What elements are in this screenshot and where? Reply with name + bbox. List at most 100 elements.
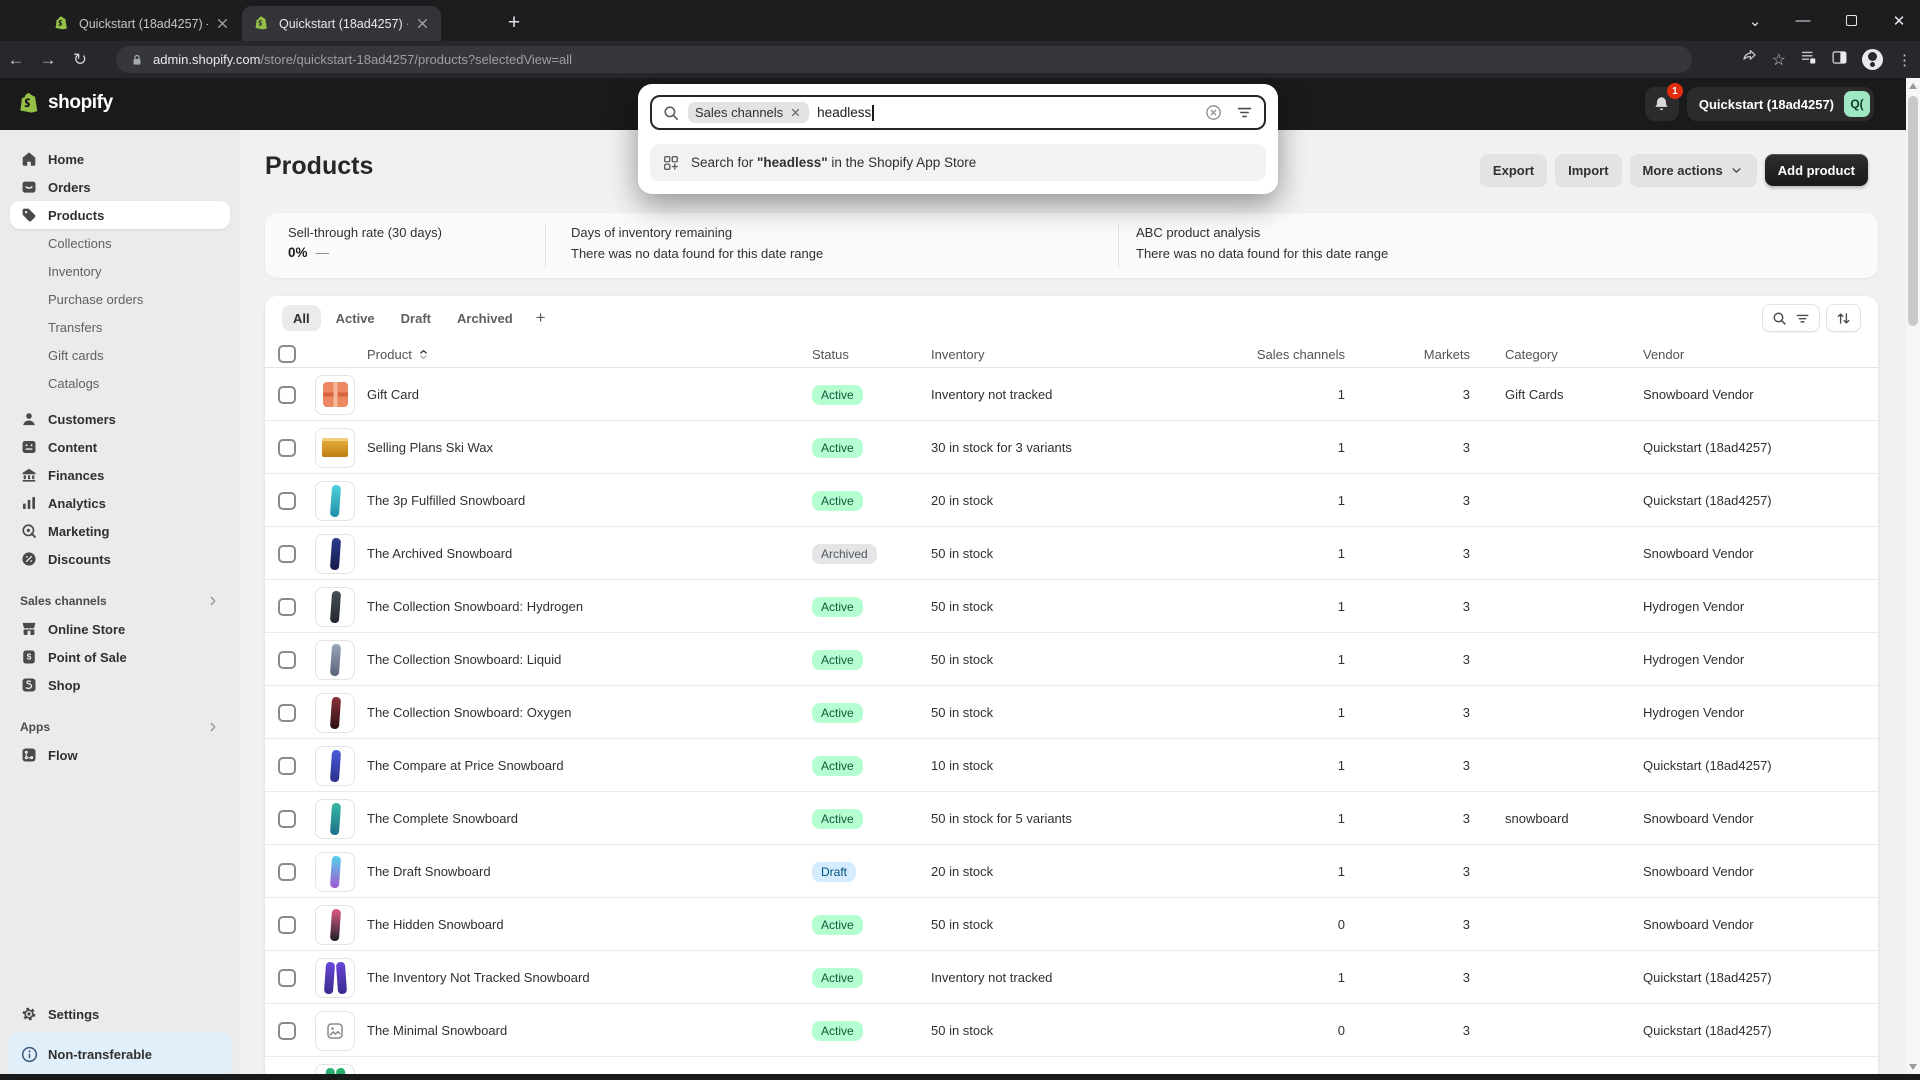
sidebar-section-sales-channels[interactable]: Sales channels	[10, 587, 230, 615]
sidebar-item-content[interactable]: Content	[10, 433, 230, 461]
row-checkbox[interactable]	[278, 1022, 296, 1040]
chevron-down-icon[interactable]: ⌄	[1744, 10, 1766, 32]
table-row[interactable]: The Minimal SnowboardActive50 in stock03…	[265, 1004, 1878, 1057]
close-icon[interactable]: ✕	[1888, 10, 1910, 32]
sidebar-item-point-of-sale[interactable]: $Point of Sale	[10, 643, 230, 671]
back-icon[interactable]: ←	[0, 50, 32, 70]
search-and-filter-button[interactable]	[1762, 304, 1820, 332]
product-name[interactable]: The Collection Snowboard: Hydrogen	[367, 580, 583, 633]
sidebar-item-collections[interactable]: Collections	[10, 229, 230, 257]
table-row[interactable]: The Complete SnowboardActive50 in stock …	[265, 792, 1878, 845]
notifications-button[interactable]: 1	[1645, 87, 1679, 121]
sidebar-item-products[interactable]: Products	[10, 201, 230, 229]
search-suggestion[interactable]: Search for "headless" in the Shopify App…	[650, 144, 1266, 181]
view-tab-archived[interactable]: Archived	[446, 305, 524, 331]
table-row[interactable]: The Draft SnowboardDraft20 in stock13Sno…	[265, 845, 1878, 898]
sidebar-item-customers[interactable]: Customers	[10, 405, 230, 433]
sidebar-item-inventory[interactable]: Inventory	[10, 257, 230, 285]
sidebar-item-home[interactable]: Home	[10, 145, 230, 173]
browser-tab[interactable]: Quickstart (18ad4257) - Shopify	[42, 6, 241, 41]
search-input[interactable]: Sales channels headless	[650, 95, 1266, 130]
add-view-button[interactable]: +	[528, 305, 554, 331]
product-name[interactable]: The Complete Snowboard	[367, 792, 518, 845]
export-button[interactable]: Export	[1480, 154, 1547, 186]
table-row[interactable]: The Inventory Not Tracked SnowboardActiv…	[265, 951, 1878, 1004]
column-header-product[interactable]: Product	[367, 340, 431, 368]
row-checkbox[interactable]	[278, 386, 296, 404]
scroll-down-arrow[interactable]	[1909, 1064, 1917, 1070]
row-checkbox[interactable]	[278, 863, 296, 881]
scrollbar[interactable]	[1906, 78, 1920, 1080]
table-row[interactable]: Selling Plans Ski WaxActive30 in stock f…	[265, 421, 1878, 474]
url-bar[interactable]: admin.shopify.com/store/quickstart-18ad4…	[116, 46, 1692, 73]
product-name[interactable]: The 3p Fulfilled Snowboard	[367, 474, 525, 527]
shopify-logo[interactable]: shopify	[18, 91, 113, 115]
new-tab-button[interactable]: +	[500, 10, 528, 38]
minimize-icon[interactable]: —	[1792, 10, 1814, 32]
sidebar-item-marketing[interactable]: Marketing	[10, 517, 230, 545]
scroll-thumb[interactable]	[1908, 96, 1918, 326]
sidebar-item-shop[interactable]: Shop	[10, 671, 230, 699]
more-actions-button[interactable]: More actions	[1630, 154, 1757, 186]
sidebar-item-gift-cards[interactable]: Gift cards	[10, 341, 230, 369]
product-name[interactable]: The Draft Snowboard	[367, 845, 491, 898]
non-transferable-badge[interactable]: Non-transferable	[8, 1032, 232, 1076]
table-row[interactable]: The Archived SnowboardArchived50 in stoc…	[265, 527, 1878, 580]
product-name[interactable]: Selling Plans Ski Wax	[367, 421, 493, 474]
sidebar-item-finances[interactable]: Finances	[10, 461, 230, 489]
table-row[interactable]: The Collection Snowboard: HydrogenActive…	[265, 580, 1878, 633]
sidebar-item-transfers[interactable]: Transfers	[10, 313, 230, 341]
sidebar-item-discounts[interactable]: Discounts	[10, 545, 230, 573]
tab-close-icon[interactable]	[214, 15, 231, 32]
sidebar-item-analytics[interactable]: Analytics	[10, 489, 230, 517]
product-name[interactable]: The Inventory Not Tracked Snowboard	[367, 951, 590, 1004]
table-row[interactable]: The Hidden SnowboardActive50 in stock03S…	[265, 898, 1878, 951]
sidebar-section-apps[interactable]: Apps	[10, 713, 230, 741]
table-row[interactable]: The Compare at Price SnowboardActive10 i…	[265, 739, 1878, 792]
row-checkbox[interactable]	[278, 545, 296, 563]
sidebar-item-purchase-orders[interactable]: Purchase orders	[10, 285, 230, 313]
store-menu[interactable]: Quickstart (18ad4257) Q(	[1687, 87, 1874, 121]
view-tab-active[interactable]: Active	[325, 305, 386, 331]
sort-button[interactable]	[1826, 304, 1861, 332]
table-row[interactable]: The Collection Snowboard: OxygenActive50…	[265, 686, 1878, 739]
browser-tab[interactable]: Quickstart (18ad4257) · Products	[242, 6, 441, 41]
sidebar-item-online-store[interactable]: Online Store	[10, 615, 230, 643]
product-name[interactable]: The Collection Snowboard: Liquid	[367, 633, 561, 686]
view-tab-all[interactable]: All	[282, 305, 321, 331]
row-checkbox[interactable]	[278, 598, 296, 616]
sidebar-item-settings[interactable]: Settings	[10, 1000, 230, 1028]
browser-profile-avatar[interactable]	[1862, 49, 1883, 70]
product-name[interactable]: The Hidden Snowboard	[367, 898, 504, 951]
row-checkbox[interactable]	[278, 704, 296, 722]
row-checkbox[interactable]	[278, 969, 296, 987]
clear-search-icon[interactable]	[1204, 103, 1223, 122]
table-row[interactable]: Gift CardActiveInventory not tracked13Gi…	[265, 368, 1878, 421]
sidebar-item-orders[interactable]: Orders	[10, 173, 230, 201]
row-checkbox[interactable]	[278, 492, 296, 510]
select-all-checkbox[interactable]	[278, 345, 296, 363]
row-checkbox[interactable]	[278, 757, 296, 775]
product-name[interactable]: The Minimal Snowboard	[367, 1004, 507, 1057]
search-filter-pill[interactable]: Sales channels	[688, 102, 809, 123]
reading-list-icon[interactable]	[1800, 49, 1817, 70]
restore-icon[interactable]	[1840, 10, 1862, 32]
forward-icon[interactable]: →	[32, 50, 64, 70]
row-checkbox[interactable]	[278, 916, 296, 934]
share-icon[interactable]	[1741, 49, 1758, 70]
view-tab-draft[interactable]: Draft	[390, 305, 442, 331]
reload-icon[interactable]: ↻	[64, 50, 96, 70]
product-name[interactable]: The Archived Snowboard	[367, 527, 512, 580]
row-checkbox[interactable]	[278, 810, 296, 828]
table-row[interactable]: The 3p Fulfilled SnowboardActive20 in st…	[265, 474, 1878, 527]
product-name[interactable]: Gift Card	[367, 368, 419, 421]
product-name[interactable]: The Compare at Price Snowboard	[367, 739, 564, 792]
scroll-up-arrow[interactable]	[1909, 83, 1917, 89]
tab-close-icon[interactable]	[414, 15, 431, 32]
product-name[interactable]: The Collection Snowboard: Oxygen	[367, 686, 572, 739]
sidebar-item-flow[interactable]: Flow	[10, 741, 230, 769]
import-button[interactable]: Import	[1555, 154, 1621, 186]
bookmark-star-icon[interactable]: ☆	[1772, 50, 1786, 70]
search-filter-icon[interactable]	[1235, 103, 1254, 122]
add-product-button[interactable]: Add product	[1765, 154, 1868, 186]
